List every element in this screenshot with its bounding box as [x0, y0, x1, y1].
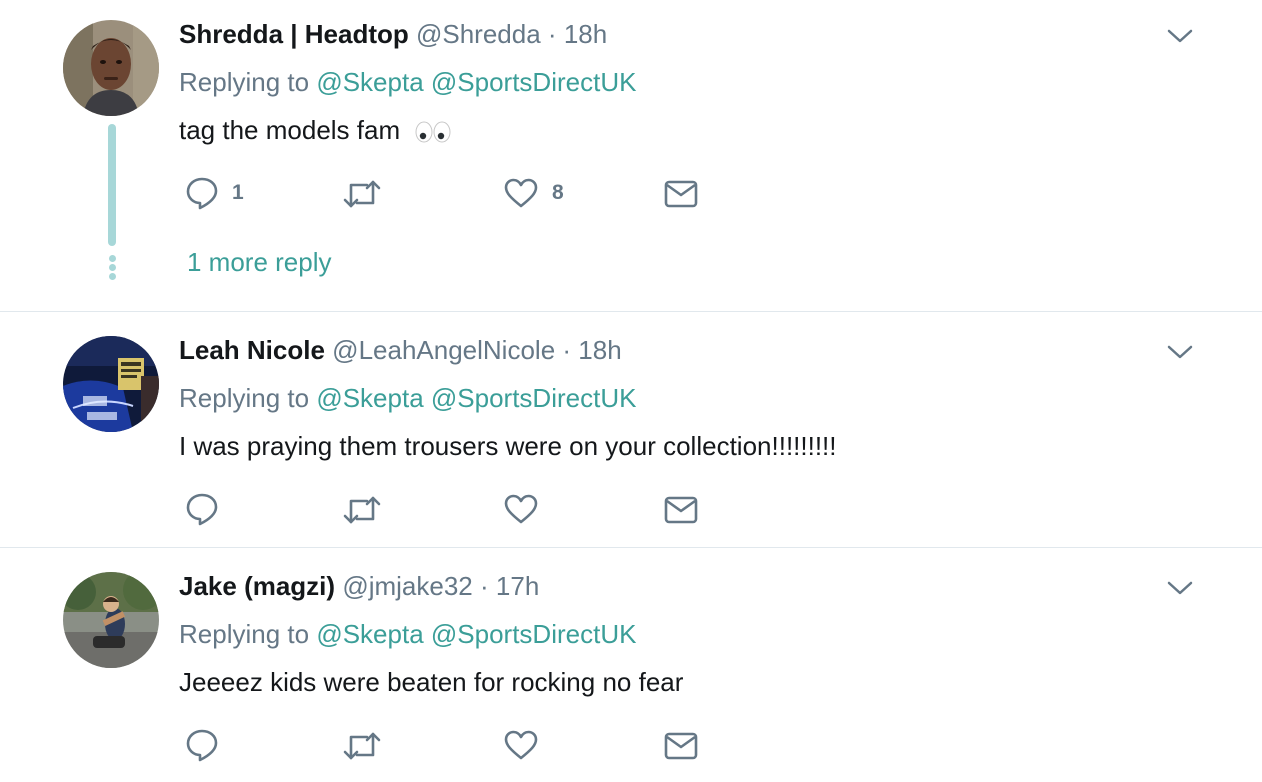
- replying-label: Replying to: [179, 619, 310, 649]
- replying-label: Replying to: [179, 67, 310, 97]
- reply-button[interactable]: [186, 492, 232, 526]
- thread-dot: [109, 264, 116, 271]
- mention-link[interactable]: @Skepta: [316, 67, 423, 97]
- mention-link[interactable]: @SportsDirectUK: [431, 67, 637, 97]
- like-icon: [504, 494, 538, 524]
- thread-line: [108, 124, 116, 246]
- replying-label: Replying to: [179, 383, 310, 413]
- direct-message-button[interactable]: [664, 732, 698, 760]
- tweet-text-content: tag the models fam: [179, 115, 401, 145]
- tweet[interactable]: Shredda | Headtop @Shredda · 18h Replyin…: [0, 0, 1262, 311]
- like-icon: [504, 730, 538, 760]
- mention-link[interactable]: @SportsDirectUK: [431, 619, 637, 649]
- mention-link[interactable]: @SportsDirectUK: [431, 383, 637, 413]
- tweet-text: tag the models fam: [179, 114, 451, 146]
- retweet-button[interactable]: [343, 730, 381, 762]
- mention-link[interactable]: @Skepta: [316, 383, 423, 413]
- tweet-header: Jake (magzi) @jmjake32 · 17h: [179, 570, 539, 602]
- reply-icon: [186, 177, 218, 210]
- tweet[interactable]: Leah Nicole @LeahAngelNicole · 18h Reply…: [0, 312, 1262, 547]
- reply-button[interactable]: [186, 728, 232, 762]
- tweet-header: Leah Nicole @LeahAngelNicole · 18h: [179, 334, 622, 366]
- handle[interactable]: @jmjake32: [342, 571, 472, 601]
- timestamp[interactable]: 18h: [564, 19, 607, 49]
- like-icon: [504, 178, 538, 208]
- retweet-button[interactable]: [343, 494, 381, 526]
- avatar[interactable]: [63, 572, 159, 668]
- direct-message-icon: [664, 180, 698, 208]
- timestamp[interactable]: 17h: [496, 571, 539, 601]
- handle[interactable]: @LeahAngelNicole: [332, 335, 555, 365]
- more-replies-link[interactable]: 1 more reply: [187, 246, 332, 278]
- reply-button[interactable]: 1: [186, 176, 244, 210]
- like-button[interactable]: [504, 494, 538, 524]
- like-button[interactable]: [504, 730, 538, 760]
- separator: ·: [562, 335, 572, 365]
- retweet-icon: [343, 496, 381, 524]
- replying-to: Replying to @Skepta @SportsDirectUK: [179, 382, 636, 414]
- retweet-icon: [343, 180, 381, 208]
- retweet-icon: [343, 732, 381, 760]
- direct-message-icon: [664, 496, 698, 524]
- replying-to: Replying to @Skepta @SportsDirectUK: [179, 618, 636, 650]
- thread-dot: [109, 255, 116, 262]
- replying-to: Replying to @Skepta @SportsDirectUK: [179, 66, 636, 98]
- reply-icon: [186, 493, 218, 526]
- tweet-text: Jeeeez kids were beaten for rocking no f…: [179, 667, 684, 697]
- chevron-down-icon[interactable]: [1166, 343, 1194, 361]
- display-name[interactable]: Leah Nicole: [179, 335, 325, 365]
- timestamp[interactable]: 18h: [578, 335, 621, 365]
- chevron-down-icon[interactable]: [1166, 579, 1194, 597]
- reply-icon: [186, 729, 218, 762]
- retweet-button[interactable]: [343, 178, 381, 210]
- chevron-down-icon[interactable]: [1166, 27, 1194, 45]
- thread-dot: [109, 273, 116, 280]
- direct-message-button[interactable]: [664, 180, 698, 208]
- tweet-header: Shredda | Headtop @Shredda · 18h: [179, 18, 607, 50]
- separator: ·: [547, 19, 557, 49]
- tweet[interactable]: Jake (magzi) @jmjake32 · 17h Replying to…: [0, 548, 1262, 782]
- direct-message-icon: [664, 732, 698, 760]
- reply-count: 1: [232, 181, 244, 204]
- handle[interactable]: @Shredda: [416, 19, 541, 49]
- direct-message-button[interactable]: [664, 496, 698, 524]
- avatar[interactable]: [63, 20, 159, 116]
- separator: ·: [480, 571, 489, 601]
- eyes-emoji-icon: [415, 121, 451, 143]
- display-name[interactable]: Jake (magzi): [179, 571, 335, 601]
- mention-link[interactable]: @Skepta: [316, 619, 423, 649]
- like-button[interactable]: 8: [504, 178, 564, 208]
- tweet-text: I was praying them trousers were on your…: [179, 431, 837, 461]
- like-count: 8: [552, 181, 564, 204]
- display-name[interactable]: Shredda | Headtop: [179, 19, 409, 49]
- avatar[interactable]: [63, 336, 159, 432]
